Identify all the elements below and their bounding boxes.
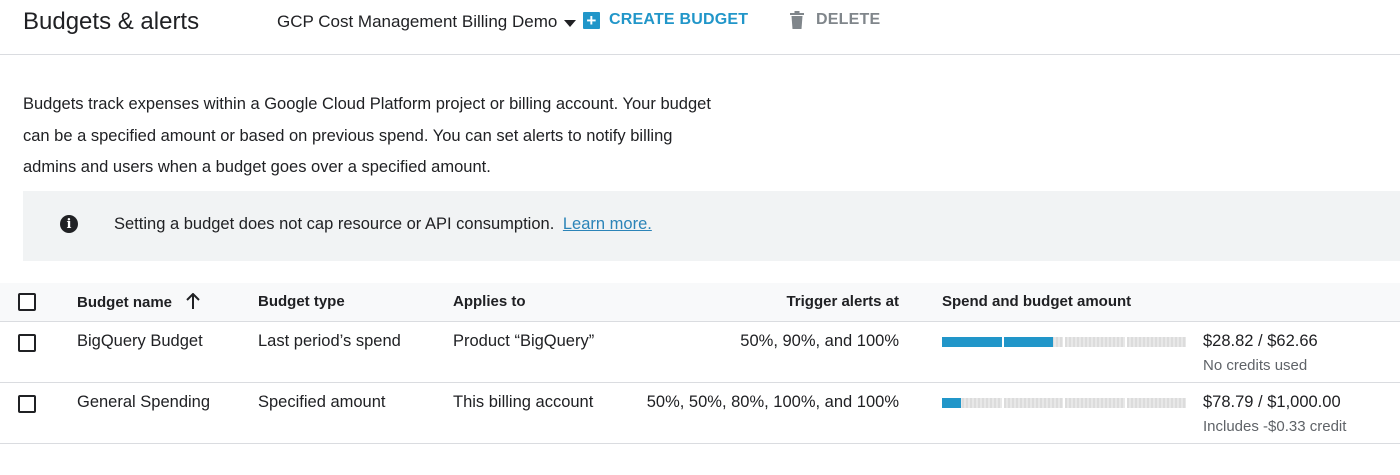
page-title: Budgets & alerts bbox=[23, 8, 200, 35]
progress-segment bbox=[1126, 337, 1186, 347]
create-budget-button[interactable]: + CREATE BUDGET bbox=[583, 11, 748, 29]
info-banner: i Setting a budget does not cap resource… bbox=[23, 191, 1400, 261]
budget-type: Last period’s spend bbox=[258, 332, 401, 350]
row-checkbox[interactable] bbox=[18, 395, 36, 413]
progress-fill bbox=[942, 337, 1002, 347]
progress-segment bbox=[942, 398, 1002, 408]
trigger-alerts: 50%, 50%, 80%, 100%, and 100% bbox=[646, 393, 899, 411]
project-selector[interactable]: GCP Cost Management Billing Demo bbox=[277, 12, 577, 32]
progress-fill bbox=[1003, 337, 1054, 347]
info-icon: i bbox=[60, 215, 78, 233]
row-checkbox[interactable] bbox=[18, 334, 36, 352]
column-header-trigger-alerts: Trigger alerts at bbox=[786, 293, 899, 310]
trash-icon bbox=[790, 11, 804, 29]
column-header-applies-to: Applies to bbox=[453, 293, 526, 310]
spend-amount: $78.79 / $1,000.00 bbox=[1203, 393, 1341, 411]
credit-note: No credits used bbox=[1203, 357, 1308, 374]
table-header: Budget name Budget type Applies to Trigg… bbox=[0, 283, 1400, 322]
progress-segment bbox=[1065, 337, 1125, 347]
create-budget-label: CREATE BUDGET bbox=[609, 11, 749, 28]
budget-name[interactable]: BigQuery Budget bbox=[77, 332, 203, 351]
table-row[interactable]: General Spending Specified amount This b… bbox=[0, 383, 1400, 444]
budgets-table: Budget name Budget type Applies to Trigg… bbox=[0, 283, 1400, 444]
chevron-down-icon bbox=[564, 19, 577, 27]
delete-label: DELETE bbox=[816, 11, 881, 28]
applies-to: This billing account bbox=[453, 393, 594, 411]
column-header-budget-type: Budget type bbox=[258, 293, 345, 310]
spend-progress-bar bbox=[942, 398, 1186, 408]
table-row[interactable]: BigQuery Budget Last period’s spend Prod… bbox=[0, 322, 1400, 383]
spend-amount: $28.82 / $62.66 bbox=[1203, 332, 1318, 350]
add-box-icon: + bbox=[583, 11, 600, 29]
progress-segment bbox=[1003, 398, 1063, 408]
column-header-spend: Spend and budget amount bbox=[942, 293, 1132, 310]
learn-more-link[interactable]: Learn more. bbox=[563, 215, 652, 233]
progress-fill bbox=[942, 398, 962, 408]
column-header-label: Budget name bbox=[77, 294, 173, 311]
budget-type: Specified amount bbox=[258, 393, 386, 411]
info-banner-message: Setting a budget does not cap resource o… bbox=[114, 215, 555, 233]
info-banner-text: Setting a budget does not cap resource o… bbox=[114, 215, 652, 234]
select-all-checkbox[interactable] bbox=[18, 293, 36, 311]
delete-button[interactable]: DELETE bbox=[790, 11, 880, 29]
applies-to: Product “BigQuery” bbox=[453, 332, 595, 350]
column-header-budget-name[interactable]: Budget name bbox=[77, 292, 200, 313]
progress-segment bbox=[1065, 398, 1125, 408]
progress-segment bbox=[1126, 398, 1186, 408]
credit-note: Includes -$0.33 credit bbox=[1203, 418, 1347, 435]
progress-segment bbox=[1003, 337, 1063, 347]
page-description: Budgets track expenses within a Google C… bbox=[23, 95, 711, 176]
trigger-alerts: 50%, 90%, and 100% bbox=[740, 332, 899, 350]
progress-segment bbox=[942, 337, 1002, 347]
top-bar: Budgets & alerts GCP Cost Management Bil… bbox=[0, 0, 1400, 55]
spend-progress-bar bbox=[942, 337, 1186, 347]
arrow-up-icon bbox=[186, 292, 200, 313]
project-name: GCP Cost Management Billing Demo bbox=[277, 12, 558, 31]
budget-name[interactable]: General Spending bbox=[77, 393, 210, 412]
